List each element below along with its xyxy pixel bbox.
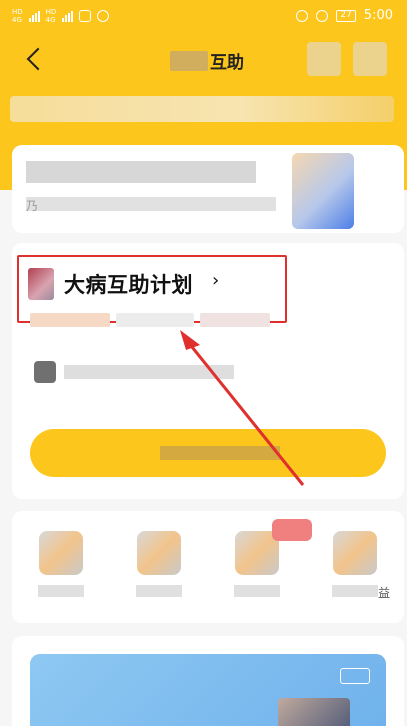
signal-1: HD 4G bbox=[12, 8, 23, 24]
service-item[interactable] bbox=[26, 527, 96, 607]
hd-label-1: HD bbox=[12, 8, 23, 16]
plan-logo-icon bbox=[28, 268, 54, 300]
new-badge bbox=[272, 519, 312, 541]
service-label-blurred bbox=[234, 585, 280, 597]
status-bar: HD 4G HD 4G 27 5:00 bbox=[0, 0, 407, 32]
speaker-icon bbox=[34, 361, 56, 383]
4g-label-1: 4G bbox=[12, 16, 22, 24]
service-label-suffix: 益 bbox=[377, 586, 390, 600]
battery-icon: 27 bbox=[336, 9, 356, 22]
join-button[interactable] bbox=[30, 429, 386, 477]
more-button[interactable] bbox=[307, 42, 341, 76]
navigation-bar: 互助 bbox=[0, 36, 407, 84]
alarm-icon bbox=[316, 9, 329, 22]
service-label-blurred bbox=[136, 585, 182, 597]
notice-strip bbox=[10, 96, 394, 122]
description-blurred bbox=[64, 365, 234, 379]
hd-label-2: HD bbox=[45, 8, 57, 16]
status-left: HD 4G HD 4G bbox=[12, 8, 110, 24]
signal-bars-icon bbox=[28, 10, 40, 22]
profile-illustration bbox=[292, 153, 354, 229]
4g-label-2: 4G bbox=[45, 16, 56, 24]
service-label-blurred bbox=[332, 585, 378, 597]
banner-illustration bbox=[278, 698, 350, 726]
banner-tag bbox=[340, 668, 370, 684]
signal-2: HD 4G bbox=[46, 8, 57, 24]
join-button-label-blurred bbox=[160, 446, 280, 460]
plan-tag bbox=[116, 313, 194, 327]
chevron-right-icon: › bbox=[212, 270, 220, 291]
promo-card[interactable] bbox=[12, 636, 404, 726]
title-prefix-blurred bbox=[170, 50, 208, 71]
page-title-wrap: 互助 bbox=[170, 48, 244, 73]
profile-prefix: 乃 bbox=[26, 199, 39, 213]
plan-title-link[interactable]: 大病互助计划 bbox=[64, 269, 193, 299]
plan-tag bbox=[30, 313, 110, 327]
service-icon bbox=[39, 531, 83, 575]
notification-icon bbox=[97, 10, 110, 22]
plan-tags bbox=[30, 313, 270, 327]
status-right: 27 5:00 bbox=[296, 8, 393, 23]
plan-card[interactable]: 大病互助计划 › bbox=[12, 243, 404, 499]
profile-subline-blurred bbox=[26, 197, 276, 211]
promo-banner[interactable] bbox=[30, 654, 386, 726]
service-item[interactable] bbox=[124, 527, 194, 607]
back-button[interactable] bbox=[20, 44, 50, 74]
plan-tag bbox=[200, 313, 270, 327]
services-card: 益 bbox=[12, 511, 404, 623]
service-icon bbox=[137, 531, 181, 575]
share-button[interactable] bbox=[353, 42, 387, 76]
status-time: 5:00 bbox=[363, 8, 393, 23]
plan-description bbox=[34, 361, 234, 383]
service-label-blurred bbox=[38, 585, 84, 597]
service-icon bbox=[333, 531, 377, 575]
nav-actions bbox=[307, 42, 387, 76]
signal-bars-icon bbox=[62, 10, 74, 22]
wifi-icon bbox=[79, 10, 92, 22]
page-title: 互助 bbox=[210, 53, 244, 73]
eye-icon bbox=[296, 9, 309, 22]
services-grid: 益 bbox=[26, 519, 390, 607]
profile-line-blurred bbox=[26, 161, 256, 183]
service-item[interactable] bbox=[222, 519, 312, 607]
profile-card[interactable]: 乃 bbox=[12, 145, 404, 233]
service-item[interactable]: 益 bbox=[320, 527, 390, 607]
